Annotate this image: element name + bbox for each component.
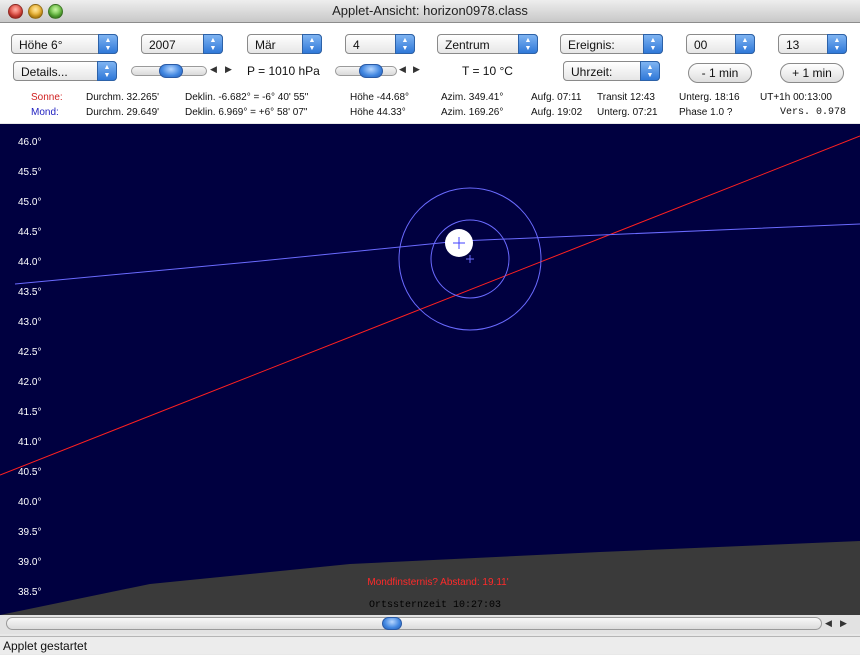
altitude-label: 43.0° xyxy=(18,317,41,328)
minus-minute-button[interactable]: - 1 min xyxy=(688,63,752,83)
moon-diameter: Durchm. 29.649' xyxy=(86,107,160,118)
select-arrows-icon: ▲ ▼ xyxy=(395,34,415,54)
view-select-value: Zentrum xyxy=(445,38,490,52)
moon-altitude: Höhe 44.33° xyxy=(350,107,406,118)
select-arrows-icon: ▲ ▼ xyxy=(203,34,223,54)
ecliptic-line xyxy=(0,135,860,476)
arrow-right-icon[interactable]: ▶ xyxy=(840,618,847,629)
details-select[interactable]: Details... ▲ ▼ xyxy=(13,61,117,81)
year-select-value: 2007 xyxy=(149,38,176,52)
time-readout: UT+1h 00:13:00 xyxy=(760,92,832,103)
sky-canvas: 46.0° 45.5° 45.0° 44.5° 44.0° 43.5° 43.0° 42.5°… xyxy=(0,135,860,615)
select-arrows-icon: ▲ ▼ xyxy=(735,34,755,54)
sun-declination: Deklin. -6.682° = -6° 40' 55" xyxy=(185,92,309,103)
minute-select-value: 13 xyxy=(786,38,800,52)
hour-select-value: 00 xyxy=(694,38,708,52)
select-arrows-icon: ▲ ▼ xyxy=(97,61,117,81)
temperature-slider-thumb[interactable] xyxy=(359,64,383,78)
select-arrows-icon: ▲ ▼ xyxy=(827,34,847,54)
year-select[interactable]: 2007 ▲ ▼ xyxy=(141,34,223,54)
moon-azimuth: Azim. 169.26° xyxy=(441,107,504,118)
moon-label: Mond: xyxy=(31,107,59,118)
sidereal-time: Ortssternzeit 10:27:03 xyxy=(369,599,501,611)
arrow-right-icon[interactable]: ▶ xyxy=(413,64,420,75)
status-bar: Applet gestartet xyxy=(0,636,860,654)
event-select[interactable]: Ereignis: ▲ ▼ xyxy=(560,34,663,54)
pressure-slider-thumb[interactable] xyxy=(159,64,183,78)
day-select-value: 4 xyxy=(353,38,360,52)
altitude-select-value: Höhe 6° xyxy=(19,38,63,52)
arrow-left-icon[interactable]: ◀ xyxy=(399,64,406,75)
uhrzeit-select-value: Uhrzeit: xyxy=(571,65,613,79)
altitude-label: 39.5° xyxy=(18,527,41,538)
altitude-label: 41.5° xyxy=(18,407,41,418)
moon-declination: Deklin. 6.969° = +6° 58' 07" xyxy=(185,107,308,118)
select-arrows-icon: ▲ ▼ xyxy=(640,61,660,81)
month-select-value: Mär xyxy=(255,38,276,52)
temperature-slider[interactable]: ◀ ▶ xyxy=(335,64,427,78)
title-bar: Applet-Ansicht: horizon0978.class xyxy=(0,0,860,23)
sun-diameter: Durchm. 32.265' xyxy=(86,92,160,103)
horizontal-scrollbar[interactable]: ◀ ▶ xyxy=(0,615,860,634)
window-title: Applet-Ansicht: horizon0978.class xyxy=(332,3,528,18)
altitude-label: 45.0° xyxy=(18,197,41,208)
sun-rise: Aufg. 07:11 xyxy=(531,92,582,103)
scrollbar-track[interactable] xyxy=(6,617,822,630)
view-select[interactable]: Zentrum ▲ ▼ xyxy=(437,34,538,54)
hour-select[interactable]: 00 ▲ ▼ xyxy=(686,34,755,54)
sun-altitude: Höhe -44.68° xyxy=(350,92,410,103)
pressure-label: P = 1010 hPa xyxy=(247,64,320,78)
altitude-select[interactable]: Höhe 6° ▲ ▼ xyxy=(11,34,118,54)
select-arrows-icon: ▲ ▼ xyxy=(643,34,663,54)
select-arrows-icon: ▲ ▼ xyxy=(98,34,118,54)
select-arrows-icon: ▲ ▼ xyxy=(518,34,538,54)
sun-azimuth: Azim. 349.41° xyxy=(441,92,504,103)
select-arrows-icon: ▲ ▼ xyxy=(302,34,322,54)
altitude-label: 46.0° xyxy=(18,137,41,148)
details-select-value: Details... xyxy=(21,65,68,79)
arrow-left-icon[interactable]: ◀ xyxy=(210,64,217,75)
eclipse-alert: Mondfinsternis? Abstand: 19.11' xyxy=(367,577,508,588)
altitude-label: 43.5° xyxy=(18,287,41,298)
minute-select[interactable]: 13 ▲ ▼ xyxy=(778,34,847,54)
altitude-label: 40.0° xyxy=(18,497,41,508)
pressure-slider[interactable]: ◀ ▶ xyxy=(131,64,237,78)
control-panel: Höhe 6° ▲ ▼ 2007 ▲ ▼ Mär ▲ ▼ 4 ▲ ▼ Zentrum ▲… xyxy=(0,23,860,123)
version-label: Vers. 0.978 xyxy=(780,107,847,118)
moon-rise: Aufg. 19:02 xyxy=(531,107,583,118)
altitude-label: 42.0° xyxy=(18,377,41,388)
sun-label: Sonne: xyxy=(31,92,63,103)
sun-transit: Transit 12:43 xyxy=(597,92,655,103)
month-select[interactable]: Mär ▲ ▼ xyxy=(247,34,322,54)
altitude-scale: 46.0° 45.5° 45.0° 44.5° 44.0° 43.5° 43.0° 42.5°… xyxy=(18,137,41,598)
altitude-label: 44.0° xyxy=(18,257,41,268)
moon-set: Unterg. 07:21 xyxy=(597,107,658,118)
altitude-label: 41.0° xyxy=(18,437,41,448)
sun-set: Unterg. 18:16 xyxy=(679,92,740,103)
moon-path-line xyxy=(14,223,860,285)
plus-minute-button[interactable]: + 1 min xyxy=(780,63,844,83)
altitude-label: 38.5° xyxy=(18,587,41,598)
arrow-right-icon[interactable]: ▶ xyxy=(225,64,232,75)
scrollbar-thumb[interactable] xyxy=(382,617,402,630)
altitude-label: 45.5° xyxy=(18,167,41,178)
sky-view[interactable]: 46.0° 45.5° 45.0° 44.5° 44.0° 43.5° 43.0° 42.5°… xyxy=(0,124,860,615)
altitude-label: 42.5° xyxy=(18,347,41,358)
arrow-left-icon[interactable]: ◀ xyxy=(825,618,832,629)
altitude-label: 40.5° xyxy=(18,467,41,478)
event-select-value: Ereignis: xyxy=(568,38,615,52)
temperature-label: T = 10 °C xyxy=(462,64,513,78)
day-select[interactable]: 4 ▲ ▼ xyxy=(345,34,415,54)
altitude-label: 39.0° xyxy=(18,557,41,568)
uhrzeit-select[interactable]: Uhrzeit: ▲ ▼ xyxy=(563,61,660,81)
altitude-label: 44.5° xyxy=(18,227,41,238)
moon-phase: Phase 1.0 ? xyxy=(679,107,733,118)
